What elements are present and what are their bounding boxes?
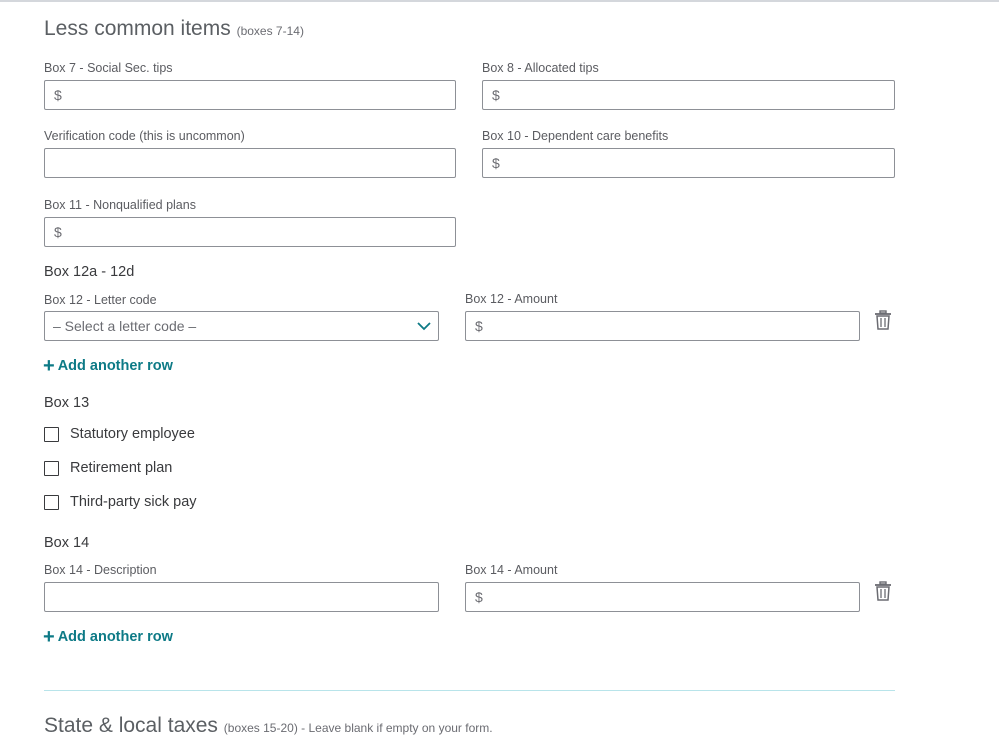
dollar-prefix: $ — [54, 87, 62, 103]
box12-group-label: Box 12a - 12d — [44, 264, 135, 280]
section-title-text: State & local taxes — [44, 714, 218, 737]
section-divider — [44, 690, 895, 691]
box14-description-field[interactable] — [44, 582, 439, 612]
verification-code-input[interactable] — [53, 153, 449, 175]
box10-input[interactable] — [505, 153, 888, 175]
verification-code-field[interactable] — [44, 148, 456, 178]
box7-label: Box 7 - Social Sec. tips — [44, 61, 173, 75]
box14-description-input[interactable] — [53, 587, 432, 609]
box12-add-row-link[interactable]: + Add another row — [43, 355, 173, 377]
third-party-sick-pay-option[interactable]: Third-party sick pay — [44, 494, 197, 510]
box14-group-label: Box 14 — [44, 535, 90, 551]
box8-label: Box 8 - Allocated tips — [482, 61, 599, 75]
box14-amount-field[interactable]: $ — [465, 582, 860, 612]
box11-label: Box 11 - Nonqualified plans — [44, 198, 196, 212]
section-subtitle: (boxes 7-14) — [236, 24, 304, 38]
statutory-employee-checkbox[interactable] — [44, 426, 59, 442]
box8-input[interactable] — [505, 85, 888, 107]
dollar-prefix: $ — [54, 224, 62, 240]
dollar-prefix: $ — [475, 318, 483, 334]
box10-field[interactable]: $ — [482, 148, 895, 178]
box12-letter-code-select[interactable]: – Select a letter code – — [44, 311, 439, 341]
box7-field[interactable]: $ — [44, 80, 456, 110]
plus-icon: + — [43, 626, 55, 648]
retirement-plan-option[interactable]: Retirement plan — [44, 460, 172, 476]
trash-icon[interactable] — [874, 310, 892, 330]
box14-amount-label: Box 14 - Amount — [465, 563, 558, 577]
box7-input[interactable] — [67, 85, 449, 107]
dollar-prefix: $ — [492, 87, 500, 103]
box8-field[interactable]: $ — [482, 80, 895, 110]
box12-amount-label: Box 12 - Amount — [465, 292, 558, 306]
box11-field[interactable]: $ — [44, 217, 456, 247]
dollar-prefix: $ — [475, 589, 483, 605]
box12-letter-code-placeholder: – Select a letter code – — [53, 318, 197, 334]
dollar-prefix: $ — [492, 155, 500, 171]
box14-add-row-label: Add another row — [57, 629, 173, 645]
statutory-employee-label: Statutory employee — [70, 426, 195, 442]
box11-input[interactable] — [67, 222, 449, 244]
third-party-sick-pay-checkbox[interactable] — [44, 494, 59, 510]
box10-label: Box 10 - Dependent care benefits — [482, 129, 669, 143]
box13-group-label: Box 13 — [44, 395, 90, 411]
box12-amount-input[interactable] — [488, 316, 853, 338]
section-title-less-common: Less common items (boxes 7-14) — [44, 17, 304, 41]
section-title-text: Less common items — [44, 17, 231, 40]
top-divider — [0, 0, 999, 2]
box12-amount-field[interactable]: $ — [465, 311, 860, 341]
retirement-plan-label: Retirement plan — [70, 460, 173, 476]
box12-letter-code-label: Box 12 - Letter code — [44, 293, 157, 307]
retirement-plan-checkbox[interactable] — [44, 460, 59, 476]
section-title-state-local: State & local taxes (boxes 15-20) - Leav… — [44, 714, 493, 738]
statutory-employee-option[interactable]: Statutory employee — [44, 426, 195, 442]
trash-icon[interactable] — [874, 581, 892, 601]
box12-add-row-label: Add another row — [57, 358, 173, 374]
box14-description-label: Box 14 - Description — [44, 563, 157, 577]
box14-add-row-link[interactable]: + Add another row — [43, 626, 173, 648]
section-subtitle: (boxes 15-20) - Leave blank if empty on … — [223, 721, 493, 735]
plus-icon: + — [43, 355, 55, 377]
chevron-down-icon[interactable] — [416, 319, 432, 333]
verification-code-label: Verification code (this is uncommon) — [44, 129, 245, 143]
box14-amount-input[interactable] — [488, 587, 853, 609]
third-party-sick-pay-label: Third-party sick pay — [70, 494, 197, 510]
